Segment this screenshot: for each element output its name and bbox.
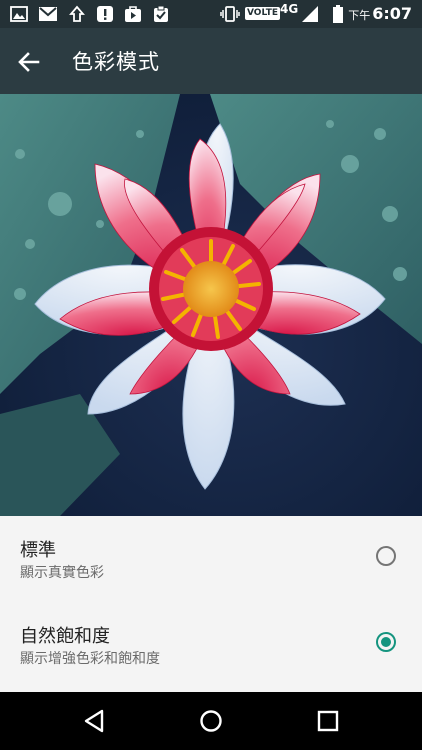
preview-image [0,94,422,516]
vibrate-icon [220,6,240,22]
color-mode-options: 標準 顯示真實色彩 自然飽和度 顯示增強色彩和飽和度 [0,516,422,692]
gmail-icon [39,7,57,21]
signal-icon [302,6,318,22]
network-type: 4G [280,2,299,16]
back-triangle-icon[interactable] [80,706,110,736]
radio-button-standard[interactable] [376,546,396,566]
alert-icon [97,6,113,22]
option-vivid[interactable]: 自然飽和度 顯示增強色彩和飽和度 [0,602,422,688]
battery-icon [333,5,343,23]
option-subtitle: 顯示真實色彩 [20,565,104,581]
navigation-bar [0,692,422,750]
arrow-back-icon[interactable] [14,47,44,77]
play-store-icon [125,6,141,22]
clipboard-check-icon [154,5,168,22]
page-title: 色彩模式 [72,50,160,74]
volte-badge: VOLTE [245,7,280,20]
radio-button-vivid[interactable] [376,632,396,652]
recents-square-icon[interactable] [313,706,343,736]
option-standard[interactable]: 標準 顯示真實色彩 [0,516,422,602]
option-title: 自然飽和度 [20,626,110,647]
upload-icon [69,5,85,22]
time-prefix: 下午 [348,9,371,22]
option-subtitle: 顯示增強色彩和飽和度 [20,651,160,667]
clock: 下午 6:07 [348,4,412,23]
option-title: 標準 [20,540,56,561]
time-value: 6:07 [372,4,412,23]
app-bar: 色彩模式 [0,28,422,94]
status-bar: VOLTE 4G 下午 6:07 [0,0,422,28]
photo-icon [10,6,28,22]
home-circle-icon[interactable] [196,706,226,736]
